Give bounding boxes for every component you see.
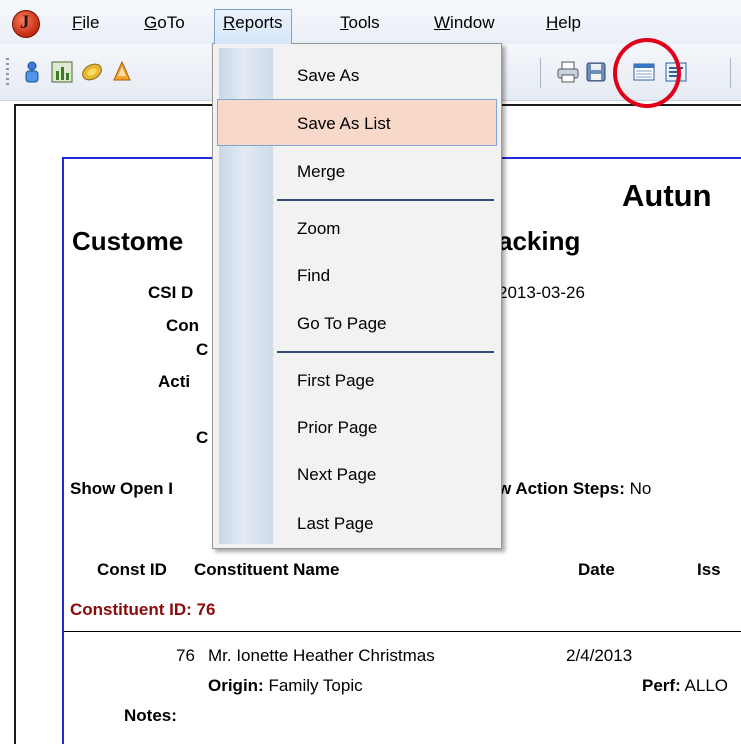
app-logo-icon: J (12, 10, 40, 38)
report-subtitle-left: Custome (72, 226, 184, 256)
menu-item-first-page[interactable]: First Page (297, 371, 374, 391)
save-disk-icon[interactable] (584, 60, 608, 84)
highlight-circle-annotation (613, 38, 681, 108)
menu-window[interactable]: Window (426, 10, 502, 36)
menu-bar: J File GoTo Reports Tools Window Help (0, 0, 741, 45)
col-const-id: Const ID (97, 560, 167, 579)
menu-item-zoom[interactable]: Zoom (297, 219, 340, 239)
menu-help[interactable]: Help (538, 10, 589, 36)
menu-item-last-page[interactable]: Last Page (297, 514, 374, 534)
menu-tools[interactable]: Tools (332, 10, 388, 36)
param-c1-label: C (196, 340, 209, 359)
menu-separator (277, 351, 494, 353)
row-const-id: 76 (176, 646, 195, 665)
row-date: 2/4/2013 (566, 646, 633, 665)
toolbar-grip[interactable] (6, 58, 9, 86)
group-header: Constituent ID: 76 (70, 600, 216, 619)
col-issue: Iss (697, 560, 721, 579)
report-subtitle-right: acking (498, 226, 581, 256)
report-title: Autun (622, 178, 712, 213)
menu-goto[interactable]: GoTo (136, 10, 193, 36)
menu-item-next-page[interactable]: Next Page (297, 465, 376, 485)
print-icon[interactable] (556, 60, 580, 84)
row-constituent-name: Mr. Ionette Heather Christmas (208, 646, 435, 665)
param-con-label: Con (166, 316, 200, 335)
param-csi-label: CSI D (148, 283, 194, 302)
menu-separator (277, 199, 494, 201)
gifts-icon[interactable] (80, 60, 104, 84)
toolbar-separator (540, 58, 541, 88)
group-rule (64, 631, 741, 632)
col-date: Date (578, 560, 615, 579)
menu-item-find[interactable]: Find (297, 266, 330, 286)
chart-report-icon[interactable] (50, 60, 74, 84)
param-acti-label: Acti (158, 372, 191, 391)
menu-item-prior-page[interactable]: Prior Page (297, 418, 377, 438)
menu-reports[interactable]: Reports (214, 9, 292, 44)
menu-file[interactable]: File (64, 10, 107, 36)
menu-item-save-as-list[interactable]: Save As List (297, 114, 391, 134)
constituent-icon[interactable] (20, 60, 44, 84)
menu-item-save-as[interactable]: Save As (297, 66, 359, 86)
show-open-issues-label: Show Open I (70, 479, 173, 498)
menu-item-merge[interactable]: Merge (297, 162, 345, 182)
reports-dropdown-menu: Save As Save As List Merge Zoom Find Go … (212, 43, 502, 549)
toolbar-separator (730, 58, 731, 88)
row-notes-label: Notes: (124, 706, 177, 725)
tickets-icon[interactable] (110, 60, 134, 84)
show-action-steps: w Action Steps: No (498, 479, 652, 498)
row-perf: Perf: ALLO (642, 676, 729, 695)
param-c2-label: C (196, 428, 209, 447)
row-origin: Origin: Family Topic (208, 676, 363, 695)
menu-item-go-to-page[interactable]: Go To Page (297, 314, 386, 334)
col-constituent-name: Constituent Name (194, 560, 340, 579)
param-csi-value: 2013-03-26 (498, 283, 585, 302)
